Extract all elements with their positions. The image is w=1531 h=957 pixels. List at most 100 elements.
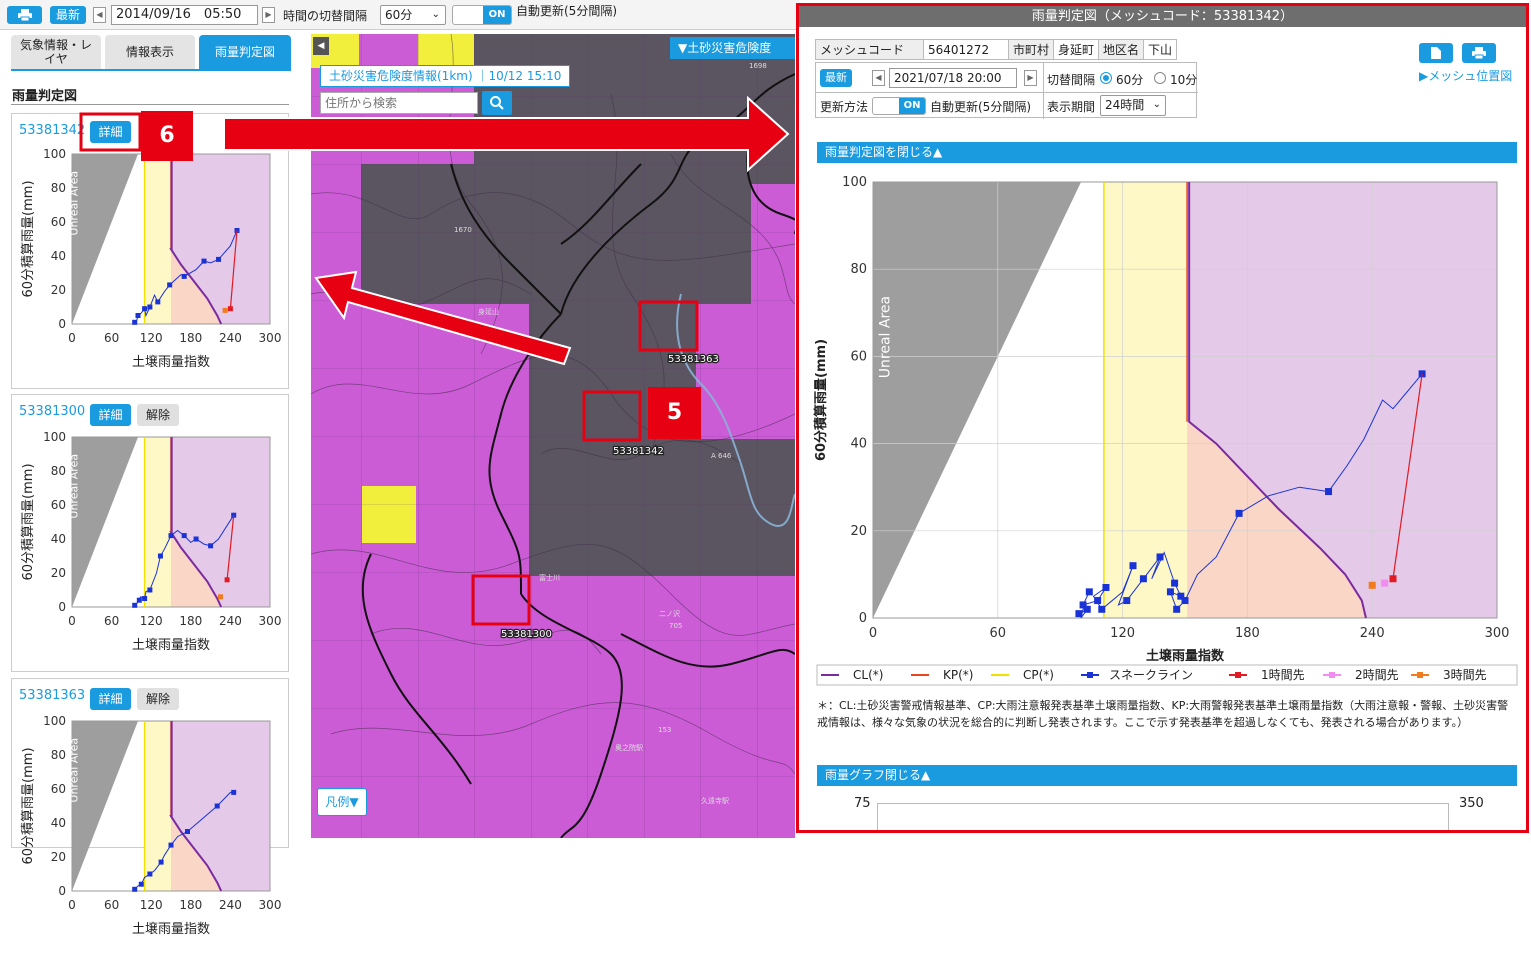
- detail-button[interactable]: 詳細: [90, 121, 131, 143]
- snake-point: [1181, 597, 1189, 605]
- x-tick-label: 240: [219, 898, 242, 912]
- interval-select[interactable]: 60分 ⌄: [380, 5, 446, 25]
- chevron-down-icon: ⌄: [1152, 99, 1161, 110]
- radio-10[interactable]: [1154, 72, 1166, 84]
- snake-point: [138, 881, 144, 887]
- x-tick-label: 300: [1485, 626, 1510, 641]
- terrain-label: 富士川: [539, 573, 560, 582]
- x-tick-label: 240: [219, 331, 242, 345]
- radio-60[interactable]: [1100, 72, 1112, 84]
- tab-weather-layer[interactable]: 気象情報・レイヤ: [11, 35, 101, 69]
- legend-marker: [1417, 672, 1423, 678]
- x-tick-label: 60: [104, 331, 119, 345]
- terrain-label: 1670: [454, 226, 472, 234]
- panel-latest-button[interactable]: 最新: [820, 69, 852, 87]
- panel-auto-update-toggle[interactable]: ON: [872, 97, 926, 115]
- snake-point: [168, 533, 174, 539]
- latest-button[interactable]: 最新: [50, 6, 86, 24]
- hazard-layer-button[interactable]: ▼土砂災害危険度: [670, 37, 795, 59]
- snake-point: [135, 313, 141, 318]
- snake-point: [1171, 579, 1179, 587]
- snake-point: [132, 886, 138, 892]
- unreal-area: [72, 154, 138, 324]
- mesh-code[interactable]: 53381342: [19, 123, 85, 138]
- detail-button[interactable]: 詳細: [90, 404, 131, 426]
- radio-60-label: 60分: [1116, 73, 1144, 87]
- y-tick-label: 20: [51, 283, 66, 297]
- y-tick-label: 20: [51, 850, 66, 864]
- panel-datetime-field[interactable]: 2021/07/18 20:00: [889, 68, 1017, 88]
- mesh-code[interactable]: 53381363: [19, 688, 85, 703]
- update-method-label: 更新方法: [820, 100, 869, 114]
- x-tick-label: 180: [179, 614, 202, 628]
- map-info-label: 土砂災害危険度情報(1km) ｜10/12 15:10: [320, 65, 571, 87]
- unreal-area-label: Unreal Area: [878, 296, 894, 378]
- legend-label: 2時間先: [1355, 668, 1399, 682]
- search-button[interactable]: [482, 91, 512, 115]
- snake-point: [168, 842, 174, 848]
- snake-point: [185, 829, 190, 834]
- hazard-map[interactable]: 53381363 53381342 53381300 1670 1698 A 6…: [311, 34, 795, 838]
- panel-interval-label: 切替間隔: [1047, 73, 1096, 87]
- step-badge-5: 5: [648, 387, 701, 439]
- control-divider-h: [816, 92, 1198, 93]
- release-button[interactable]: 解除: [137, 404, 179, 426]
- snake-point: [136, 597, 142, 603]
- prev-time-button[interactable]: ◀: [93, 7, 106, 23]
- toggle-on-label: ON: [483, 6, 511, 24]
- panel-next-time-button[interactable]: ▶: [1024, 70, 1037, 86]
- x-tick-label: 0: [68, 614, 76, 628]
- city-label: 市町村: [1007, 39, 1055, 60]
- collapse-sidebar-button[interactable]: ◀: [313, 37, 329, 55]
- release-button[interactable]: 解除: [137, 688, 179, 710]
- legend-label: スネークライン: [1109, 668, 1193, 682]
- forecast-1h-point: [1389, 575, 1397, 583]
- legend-button[interactable]: 凡例▼: [317, 788, 367, 816]
- y-tick-label: 20: [51, 566, 66, 580]
- snake-point: [1123, 597, 1131, 605]
- mesh-position-link[interactable]: ▶メッシュ位置図: [1419, 67, 1512, 84]
- period-select[interactable]: 24時間 ⌄: [1100, 95, 1166, 116]
- rainfall-detail-panel: 雨量判定図（メッシュコード：53381342） メッシュコード 56401272…: [796, 3, 1529, 833]
- panel-print-button[interactable]: [1462, 43, 1496, 63]
- mesh-label: 53381342: [613, 446, 664, 457]
- y-axis-label: 60分積算雨量(mm): [21, 747, 36, 864]
- address-search-input[interactable]: [320, 92, 478, 114]
- next-time-button[interactable]: ▶: [262, 7, 275, 23]
- csv-download-button[interactable]: [1419, 43, 1453, 63]
- snake-point: [142, 306, 148, 312]
- forecast-3h-point: [1368, 581, 1376, 589]
- close-rain-graph-bar[interactable]: 雨量グラフ閉じる▲: [817, 765, 1517, 786]
- terrain-label: 1698: [749, 62, 767, 70]
- x-tick-label: 120: [140, 331, 163, 345]
- mini-rainfall-chart: Unreal Area100 80 60 40 20 00 60 120 180 240 300 土壌…: [21, 430, 282, 653]
- tab-rainfall-chart[interactable]: 雨量判定図: [199, 35, 291, 69]
- snake-point: [214, 803, 220, 809]
- map-canvas[interactable]: 53381363 53381342 53381300 1670 1698 A 6…: [311, 34, 795, 838]
- y-tick-label: 60: [51, 782, 66, 796]
- panel-auto-update-label: 自動更新(5分間隔): [930, 100, 1031, 114]
- datetime-field[interactable]: 2014/09/16 05:50: [111, 5, 258, 25]
- terrain-label: 久遠寺駅: [701, 796, 729, 805]
- snake-point: [181, 273, 187, 279]
- panel-prev-time-button[interactable]: ◀: [872, 70, 885, 86]
- tab-info-display[interactable]: 情報表示: [105, 35, 195, 69]
- snake-point: [1156, 553, 1164, 561]
- detail-button[interactable]: 詳細: [90, 688, 131, 710]
- unreal-area: [72, 437, 138, 607]
- x-tick-label: 60: [104, 898, 119, 912]
- snake-point: [158, 859, 164, 865]
- mesh-code[interactable]: 53381300: [19, 404, 85, 419]
- x-tick-label: 60: [104, 614, 119, 628]
- auto-update-toggle[interactable]: ON: [452, 5, 512, 25]
- close-chart-bar[interactable]: 雨量判定図を閉じる▲: [817, 142, 1517, 163]
- mesh-info-table: メッシュコード 56401272 市町村 身延町 地区名 下山: [815, 39, 1178, 60]
- legend-label: CL(*): [853, 668, 883, 682]
- print-button[interactable]: [7, 6, 42, 24]
- x-axis-label: 土壌雨量指数: [132, 638, 210, 653]
- y-tick-label: 40: [850, 437, 867, 452]
- x-tick-label: 240: [219, 614, 242, 628]
- snake-point: [167, 282, 173, 288]
- area-label: 地区名: [1098, 39, 1145, 60]
- x-tick-label: 300: [259, 614, 282, 628]
